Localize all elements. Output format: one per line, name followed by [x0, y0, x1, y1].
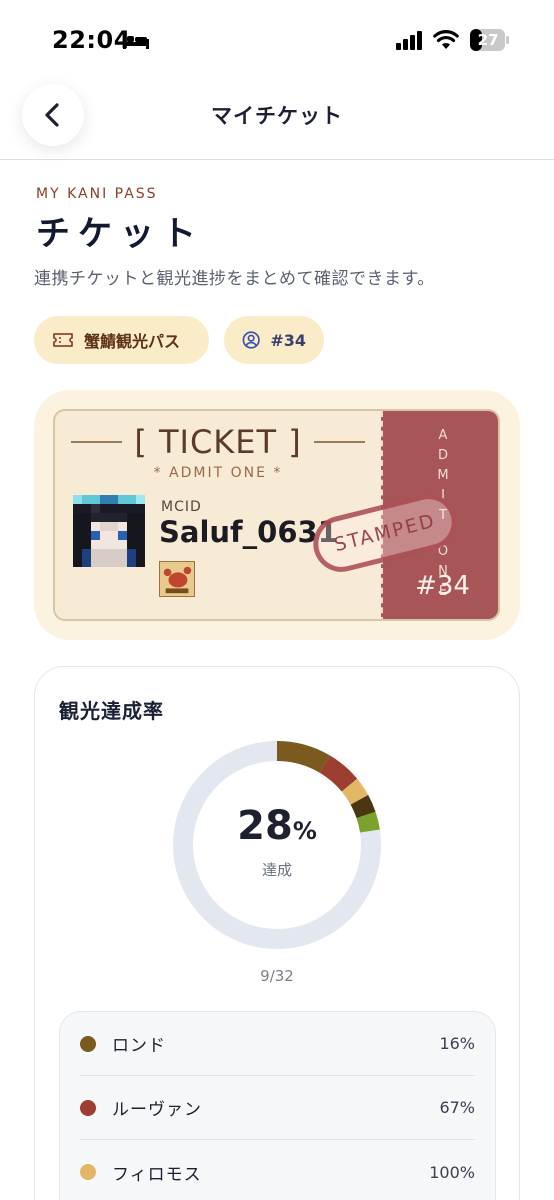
member-number-label: #34: [270, 330, 306, 350]
ticket-number: #34: [415, 571, 470, 601]
region-name: フィロモス: [112, 1164, 202, 1185]
achievement-title: 観光達成率: [59, 699, 164, 723]
ticket-icon: [53, 333, 73, 347]
user-circle-icon: [242, 331, 260, 349]
page-title: チケット: [36, 214, 204, 254]
region-name: ロンド: [112, 1036, 166, 1056]
mcid-value: Saluf_0631: [159, 515, 338, 549]
region-color-dot: [80, 1099, 96, 1116]
signal-icon: [396, 31, 422, 50]
battery-level: 27: [477, 31, 499, 49]
mcid-label: MCID: [161, 499, 202, 515]
divider-line: [313, 441, 366, 443]
avatar: [73, 495, 145, 567]
bed-icon: [123, 33, 149, 49]
achievement-card: 観光達成率 28% 達成 9/32 ロンド 16% ルーヴァン 67% フィロモ…: [34, 666, 520, 1200]
admit-one-label: * ADMIT ONE *: [153, 465, 283, 481]
eyebrow-label: MY KANI PASS: [36, 186, 158, 202]
region-percent: 67%: [439, 1098, 475, 1117]
achievement-percent: 28%: [237, 803, 317, 849]
region-list: ロンド 16% ルーヴァン 67% フィロモス 100%: [59, 1011, 496, 1200]
region-name: ルーヴァン: [112, 1100, 202, 1120]
page-description: 連携チケットと観光進捗をまとめて確認できます。: [34, 269, 435, 289]
header: マイチケット: [0, 80, 554, 160]
achievement-caption: 達成: [261, 861, 292, 879]
ticket-heading-row: [ TICKET ]: [71, 423, 366, 461]
region-percent: 100%: [429, 1162, 475, 1182]
pass-chip[interactable]: 蟹鯖観光パス: [34, 316, 209, 364]
member-number-chip[interactable]: #34: [224, 316, 324, 364]
ticket-heading: [ TICKET ]: [134, 423, 302, 461]
region-percent: 16%: [439, 1034, 475, 1053]
pass-chip-label: 蟹鯖観光パス: [84, 332, 181, 351]
region-row-rondo[interactable]: ロンド 16%: [80, 1012, 475, 1076]
region-color-dot: [80, 1035, 96, 1052]
status-bar: 22:04 27: [0, 0, 554, 80]
status-time: 22:04: [52, 26, 131, 54]
region-color-dot: [80, 1164, 96, 1180]
divider-line: [71, 441, 123, 443]
achievement-ratio: 9/32: [260, 967, 294, 985]
crab-badge-icon: [159, 561, 195, 597]
wifi-icon: [433, 30, 459, 49]
region-row-louvain[interactable]: ルーヴァン 67%: [80, 1076, 475, 1140]
page-header-title: マイチケット: [211, 104, 343, 128]
region-row-philomos[interactable]: フィロモス 100%: [80, 1140, 475, 1200]
